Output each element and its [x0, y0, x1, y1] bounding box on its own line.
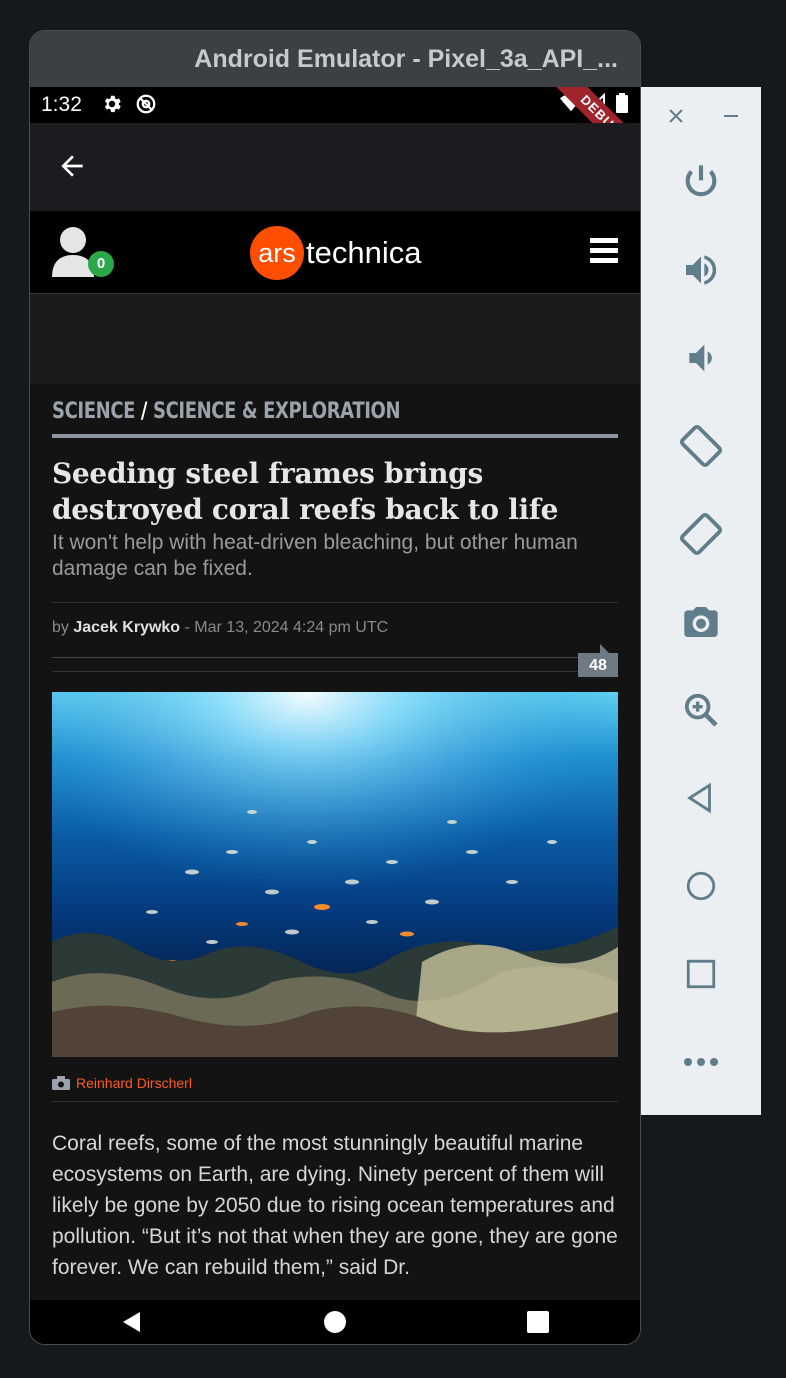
breadcrumb-science-exploration[interactable]: SCIENCE & EXPLORATION [153, 399, 401, 424]
overview-icon [686, 959, 716, 989]
rotate-left-button[interactable] [641, 416, 761, 476]
comments-row: 48 [52, 643, 618, 677]
nav-overview-icon[interactable] [526, 1310, 550, 1334]
breadcrumb-science[interactable]: SCIENCE [52, 399, 135, 424]
author-link[interactable]: Jacek Krywko [73, 619, 180, 636]
emulator-controls-panel [641, 87, 761, 1115]
camera-icon [684, 607, 718, 637]
app-bar [30, 123, 640, 211]
volume-down-icon [689, 344, 712, 372]
status-bar: 1:32 DEBUG [30, 87, 640, 177]
zoom-button[interactable] [641, 680, 761, 740]
comment-count-button[interactable]: 48 [578, 644, 618, 677]
divider [52, 671, 618, 672]
volume-up-button[interactable] [641, 240, 761, 300]
rotate-right-button[interactable] [641, 504, 761, 564]
article-title: Seeding steel frames brings destroyed co… [52, 457, 559, 526]
power-icon [685, 165, 717, 197]
breadcrumb: SCIENCE / SCIENCE & EXPLORATION [52, 399, 516, 424]
byline: by Jacek Krywko - Mar 13, 2024 4:24 pm U… [52, 619, 389, 636]
do-not-disturb-icon [135, 93, 157, 121]
publish-date: - Mar 13, 2024 4:24 pm UTC [180, 619, 389, 636]
screenshot-button[interactable] [641, 592, 761, 652]
photo-credit[interactable]: Reinhard Dirscherl [52, 1075, 618, 1091]
back-button[interactable] [641, 768, 761, 828]
settings-icon [101, 93, 123, 121]
zoom-icon [684, 693, 718, 727]
android-nav-bar [30, 1300, 640, 1344]
volume-up-icon [686, 255, 717, 285]
nav-back-icon[interactable] [120, 1310, 144, 1334]
rotate-right-icon [679, 512, 723, 556]
battery-icon [616, 93, 628, 119]
arrow-left-icon [61, 155, 83, 177]
ars-technica-logo[interactable]: ars technica [250, 226, 421, 280]
article: SCIENCE / SCIENCE & EXPLORATION Seeding … [52, 384, 618, 1283]
notification-badge: 0 [88, 251, 114, 277]
emulator-window: Android Emulator - Pixel_3a_API_... 1:32… [29, 30, 641, 1345]
close-icon [669, 109, 683, 123]
window-title: Android Emulator - Pixel_3a_API_... [30, 31, 640, 87]
rotate-left-icon [679, 424, 723, 468]
article-subtitle: It won't help with heat-driven bleaching… [52, 531, 578, 580]
divider [52, 1101, 618, 1102]
minimize-button[interactable] [701, 87, 761, 145]
status-time: 1:32 [41, 93, 82, 116]
nav-home-icon[interactable] [323, 1310, 347, 1334]
more-icon [684, 1058, 718, 1066]
home-button[interactable] [641, 856, 761, 916]
hero-image-coral-reef[interactable] [52, 692, 618, 1057]
camera-icon [52, 1076, 70, 1090]
volume-down-button[interactable] [641, 328, 761, 388]
divider [52, 602, 618, 603]
device-screen: 1:32 DEBUG 0 ars technica SCIENCE / SCIE… [30, 87, 640, 1344]
ad-placeholder [30, 294, 640, 384]
overview-button[interactable] [641, 944, 761, 1004]
minimize-icon [724, 115, 738, 117]
back-icon [687, 782, 711, 814]
hamburger-menu-button[interactable] [590, 238, 618, 264]
site-header: 0 ars technica [30, 211, 640, 294]
home-icon [686, 871, 716, 901]
divider [52, 434, 618, 438]
power-button[interactable] [641, 152, 761, 212]
more-button[interactable] [641, 1032, 761, 1092]
back-button[interactable] [56, 150, 88, 182]
article-body: Coral reefs, some of the most stunningly… [52, 1132, 618, 1279]
breadcrumb-separator: / [135, 399, 153, 424]
